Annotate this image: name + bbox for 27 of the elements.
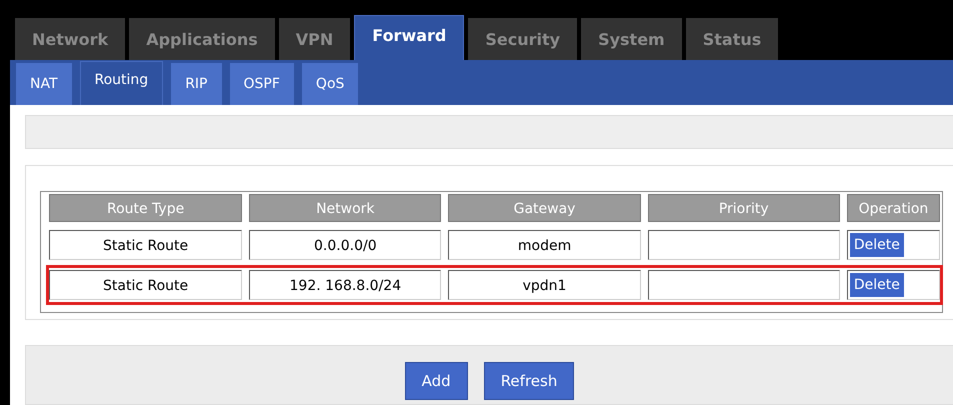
nav-tab[interactable]: System <box>581 18 682 60</box>
table-cell: vpdn1 <box>448 270 641 300</box>
subtab[interactable]: OSPF <box>230 63 294 105</box>
column-header: Operation <box>846 194 940 222</box>
nav-tab[interactable]: Security <box>468 18 578 60</box>
table-cell: modem <box>448 230 641 260</box>
action-button[interactable]: Add <box>404 362 468 400</box>
nav-tab[interactable]: Applications <box>129 18 275 60</box>
nav-tab[interactable]: VPN <box>278 18 350 60</box>
subtab[interactable]: QoS <box>302 63 358 105</box>
nav-tab[interactable]: Status <box>686 18 778 60</box>
delete-button[interactable]: Delete <box>850 233 904 257</box>
table-cell: 0.0.0.0/0 <box>249 230 442 260</box>
action-button[interactable]: Refresh <box>484 362 574 400</box>
table-cell: Static Route <box>49 230 242 260</box>
table-cell: 192. 168.8.0/24 <box>249 270 442 300</box>
delete-button[interactable]: Delete <box>850 273 904 297</box>
nav-tab[interactable]: Forward <box>354 15 464 60</box>
nav-tab[interactable]: Network <box>15 18 126 60</box>
subtab[interactable]: NAT <box>16 63 72 105</box>
subtab[interactable]: Routing <box>80 61 164 105</box>
column-header: Network <box>249 194 442 222</box>
subtab[interactable]: RIP <box>171 63 222 105</box>
column-header: Priority <box>648 194 840 222</box>
column-header: Route Type <box>49 194 242 222</box>
column-header: Gateway <box>448 194 641 222</box>
table-cell: Static Route <box>49 270 242 300</box>
